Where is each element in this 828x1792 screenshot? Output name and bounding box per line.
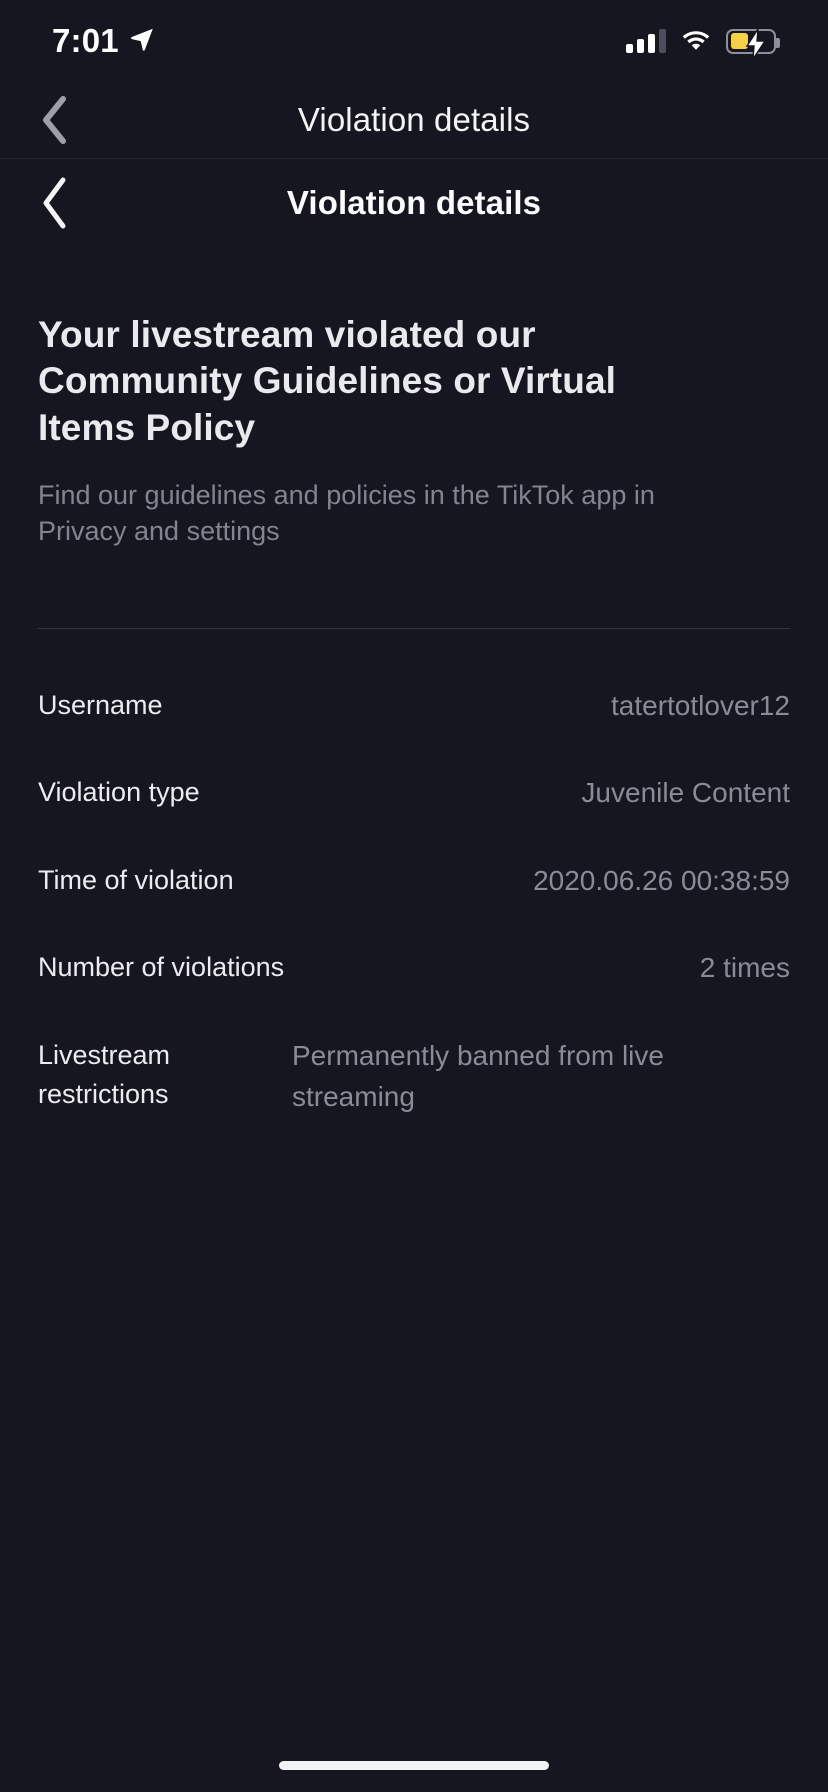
section-divider bbox=[38, 627, 790, 629]
battery-charging-icon bbox=[726, 28, 780, 62]
detail-value: 2 times bbox=[699, 952, 790, 984]
chevron-left-icon bbox=[43, 96, 66, 144]
outer-nav-title: Violation details bbox=[297, 101, 531, 138]
status-bar-clock: 7:01 bbox=[52, 22, 119, 59]
detail-value: tatertotlover12 bbox=[611, 689, 790, 721]
detail-value: Permanently banned from live streaming bbox=[292, 1040, 664, 1112]
home-indicator[interactable] bbox=[279, 1761, 549, 1770]
location-arrow-icon bbox=[129, 26, 155, 57]
chevron-left-icon bbox=[43, 177, 66, 228]
inner-back-button[interactable] bbox=[26, 175, 82, 231]
detail-label: Violation type bbox=[38, 777, 200, 808]
status-bar-right bbox=[626, 27, 780, 62]
detail-label: Livestream restrictions bbox=[38, 1040, 171, 1110]
detail-value: Juvenile Content bbox=[581, 777, 790, 809]
detail-label: Number of violations bbox=[38, 952, 285, 983]
violation-details-content: Your livestream violated our Community G… bbox=[0, 246, 828, 1792]
outer-navigation-bar: Violation details bbox=[0, 82, 828, 158]
detail-row-livestream-restrictions: Livestream restrictions Permanently bann… bbox=[38, 989, 790, 1117]
status-bar: 7:01 bbox=[0, 0, 828, 82]
detail-label: Username bbox=[38, 689, 163, 720]
detail-row-time-of-violation: Time of violation 2020.06.26 00:38:59 bbox=[38, 814, 790, 902]
detail-row-number-of-violations: Number of violations 2 times bbox=[38, 901, 790, 989]
inner-nav-title: Violation details bbox=[286, 183, 542, 221]
cellular-signal-icon bbox=[626, 29, 666, 53]
detail-row-username: Username tatertotlover12 bbox=[38, 639, 790, 727]
status-bar-left: 7:01 bbox=[52, 22, 155, 60]
detail-value: 2020.06.26 00:38:59 bbox=[533, 864, 790, 896]
wifi-icon bbox=[680, 27, 712, 56]
inner-navigation-bar: Violation details bbox=[0, 158, 828, 246]
detail-row-violation-type: Violation type Juvenile Content bbox=[38, 726, 790, 814]
outer-back-button[interactable] bbox=[26, 92, 82, 148]
detail-label: Time of violation bbox=[38, 864, 234, 895]
phone-screen: 7:01 Violation details Violation details… bbox=[0, 0, 828, 1792]
page-subtitle: Find our guidelines and policies in the … bbox=[38, 479, 655, 547]
page-title: Your livestream violated our Community G… bbox=[38, 314, 617, 448]
violation-detail-list: Username tatertotlover12 Violation type … bbox=[38, 639, 790, 1118]
